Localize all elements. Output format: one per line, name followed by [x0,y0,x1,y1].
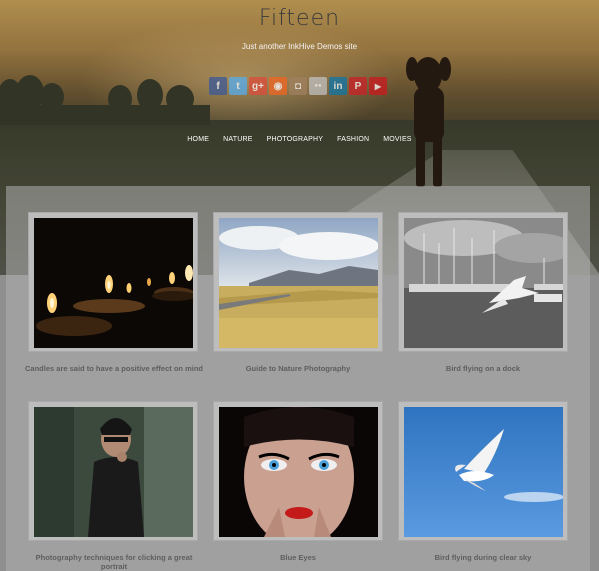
nature-landscape-image[interactable] [219,218,378,348]
post-thumbnail-card[interactable] [213,212,383,352]
post-thumbnail-card[interactable] [28,401,198,541]
nav-item-photography[interactable]: PHOTOGRAPHY [265,135,326,144]
post-title[interactable]: Photography techniques for clicking a gr… [24,553,204,571]
pinterest-icon[interactable]: P [349,77,367,95]
candles-image[interactable] [34,218,193,348]
post-title[interactable]: Blue Eyes [208,553,388,562]
site-description: Just another InkHive Demos site [241,42,358,51]
post-title[interactable]: Guide to Nature Photography [208,364,388,373]
nav-item-nature[interactable]: NATURE [221,135,254,144]
google-plus-icon[interactable]: g+ [249,77,267,95]
linkedin-icon[interactable]: in [329,77,347,95]
post-thumbnail-card[interactable] [398,212,568,352]
site-title[interactable]: Fifteen [0,6,599,31]
facebook-icon[interactable]: f [209,77,227,95]
blue-eyes-image[interactable] [219,407,378,537]
post-title[interactable]: Candles are said to have a positive effe… [24,364,204,373]
post-title[interactable]: Bird flying on a dock [393,364,573,373]
nav-item-movies[interactable]: MOVIES [381,135,413,144]
nav-item-fashion[interactable]: FASHION [335,135,371,144]
nav-item-home[interactable]: HOME [185,135,211,144]
instagram-icon[interactable]: ◘ [289,77,307,95]
portrait-man-image[interactable] [34,407,193,537]
rss-icon[interactable]: ◉ [269,77,287,95]
post-thumbnail-card[interactable] [213,401,383,541]
youtube-icon[interactable]: ▶ [369,77,387,95]
post-title[interactable]: Bird flying during clear sky [393,553,573,562]
post-thumbnail-card[interactable] [398,401,568,541]
flickr-icon[interactable]: ●● [309,77,327,95]
main-navigation: HOME NATURE PHOTOGRAPHY FASHION MOVIES [0,135,599,144]
social-icons: f t g+ ◉ ◘ ●● in P ▶ [209,77,387,95]
bird-dock-image[interactable] [404,218,563,348]
twitter-icon[interactable]: t [229,77,247,95]
bird-sky-image[interactable] [404,407,563,537]
post-thumbnail-card[interactable] [28,212,198,352]
